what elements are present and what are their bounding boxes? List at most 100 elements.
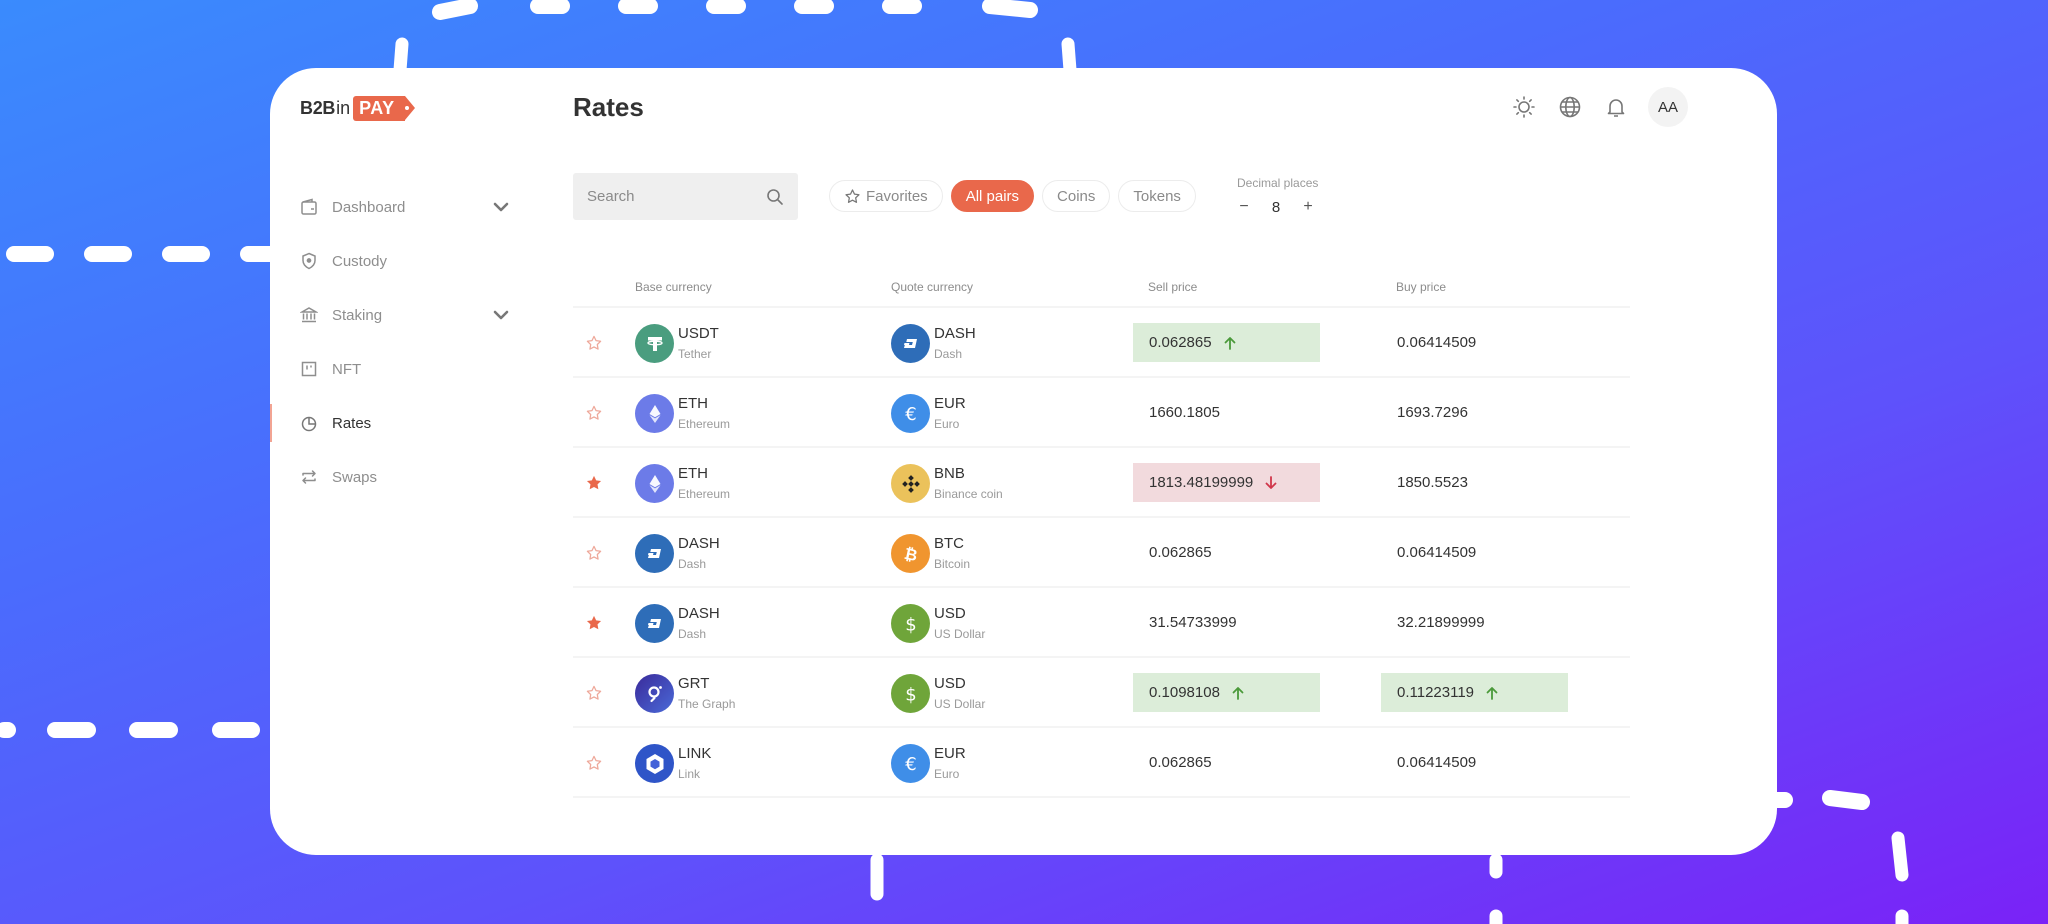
favorite-star-outline-icon[interactable] [585,334,603,352]
quote-code: USD [934,675,966,692]
svg-text:$: $ [905,684,916,705]
favorite-star-outline-icon[interactable] [585,544,603,562]
arrow-down-icon [1265,475,1277,490]
quote-currency: BNB Binance coin [891,464,1003,503]
sun-icon [1513,96,1535,118]
favorite-star-outline-icon[interactable] [585,684,603,702]
quote-name: US Dollar [934,697,986,711]
quote-currency: $ USD US Dollar [891,674,985,713]
logo-pay-tag: PAY [353,96,415,121]
usd-coin-icon: $ [891,674,930,713]
sidebar-item-staking[interactable]: Staking [270,288,520,342]
table-row[interactable]: LINK Link € EUR Euro 0.062865 0.06414509 [573,728,1630,798]
search-input[interactable] [587,188,766,205]
favorite-star-filled-icon[interactable] [585,474,603,492]
base-currency: ETH Ethereum [635,394,730,433]
decimal-places-stepper: Decimal places − 8 + [1237,176,1318,216]
sidebar-item-swaps[interactable]: Swaps [270,450,520,504]
arrow-up-icon [1224,336,1236,350]
quote-code: USD [934,605,966,622]
language-button[interactable] [1556,93,1584,121]
decrement-button[interactable]: − [1237,198,1251,216]
table-row[interactable]: DASH Dash $ USD US Dollar 31.54733999 32.21899… [573,588,1630,658]
quote-name: Binance coin [934,487,1003,501]
filter-favorites[interactable]: Favorites [829,180,943,212]
filter-coins[interactable]: Coins [1042,180,1111,212]
chevron-down-icon[interactable] [492,198,510,216]
buy-price-value: 0.11223119 [1397,684,1475,701]
base-name: Tether [678,347,712,361]
filter-label: All pairs [965,187,1020,205]
sidebar-item-label: Dashboard [332,198,406,216]
quote-name: Euro [934,417,960,431]
filter-label: Coins [1057,187,1096,205]
sidebar-item-custody[interactable]: Custody [270,234,520,288]
svg-text:$: $ [905,614,916,635]
table-row[interactable]: USDT Tether DASH Dash 0.062865 0.06414509 [573,308,1630,378]
sidebar-item-dashboard[interactable]: Dashboard [270,180,520,234]
search-field[interactable] [573,173,798,220]
quote-code: BNB [934,465,965,482]
sidebar-item-label: Rates [332,414,372,432]
sidebar-item-label: Staking [332,306,383,324]
theme-toggle-button[interactable] [1510,93,1538,121]
table-row[interactable]: DASH Dash ₿ BTC Bitcoin 0.062865 0.06414509 [573,518,1630,588]
column-header-sell[interactable]: Sell price [1148,280,1197,294]
sell-price: 0.062865 [1133,533,1320,572]
table-row[interactable]: ETH Ethereum BNB Binance coin 1813.48199999 1… [573,448,1630,518]
sell-price: 1813.48199999 [1133,463,1320,502]
column-header-quote[interactable]: Quote currency [891,280,973,294]
wallet-icon [301,198,317,215]
filter-tokens[interactable]: Tokens [1118,180,1196,212]
sidebar-item-rates[interactable]: Rates [270,396,520,450]
sell-price-value: 0.062865 [1149,754,1212,771]
decimal-places-label: Decimal places [1237,176,1319,190]
sell-price: 1660.1805 [1133,393,1320,432]
sidebar: Dashboard Custody Staking NFT Rates Swap… [270,180,520,504]
sell-price-value: 0.062865 [1149,334,1212,351]
bank-icon [300,307,318,323]
column-header-base[interactable]: Base currency [635,280,712,294]
base-currency: ETH Ethereum [635,464,730,503]
table-body: USDT Tether DASH Dash 0.062865 0.06414509 ETH E… [573,308,1630,798]
sell-price-value: 31.54733999 [1149,614,1237,631]
usd-coin-icon: $ [891,604,930,643]
base-currency: DASH Dash [635,534,720,573]
svg-text:₿: ₿ [902,543,919,564]
base-name: Link [678,767,701,781]
column-header-buy[interactable]: Buy price [1396,280,1446,294]
filter-all-pairs[interactable]: All pairs [950,180,1035,212]
sidebar-item-label: Swaps [332,468,378,486]
favorite-star-filled-icon[interactable] [585,614,603,632]
base-name: Dash [678,557,707,571]
logo-text-b2b: B2B [300,98,336,118]
svg-text:€: € [905,404,916,425]
sell-price-value: 0.062865 [1149,544,1212,561]
brand-logo[interactable]: B2B in PAY [300,96,415,121]
base-code: DASH [678,535,720,552]
table-row[interactable]: GRT The Graph $ USD US Dollar 0.1098108 0.1122… [573,658,1630,728]
user-avatar[interactable]: AA [1648,87,1688,127]
btc-coin-icon: ₿ [891,534,930,573]
logo-dot [404,106,409,110]
base-currency: GRT The Graph [635,674,735,713]
logo-text-pay: PAY [359,98,395,118]
arrow-up-icon [1232,686,1244,700]
table-row[interactable]: ETH Ethereum € EUR Euro 1660.1805 1693.7296 [573,378,1630,448]
quote-currency: DASH Dash [891,324,976,363]
notifications-button[interactable] [1602,93,1630,121]
increment-button[interactable]: + [1301,198,1315,216]
sidebar-item-nft[interactable]: NFT [270,342,520,396]
search-icon[interactable] [766,188,784,206]
favorite-star-outline-icon[interactable] [585,404,603,422]
base-name: Dash [678,627,707,641]
sell-price: 0.062865 [1133,743,1320,782]
favorite-star-outline-icon[interactable] [585,754,603,772]
buy-price-value: 1693.7296 [1397,404,1468,421]
header-actions: AA [1510,87,1688,127]
base-name: Ethereum [678,487,731,501]
buy-price: 0.06414509 [1381,323,1568,362]
quote-currency: $ USD US Dollar [891,604,985,643]
chevron-down-icon[interactable] [492,306,510,324]
buy-price: 0.11223119 [1381,673,1568,712]
